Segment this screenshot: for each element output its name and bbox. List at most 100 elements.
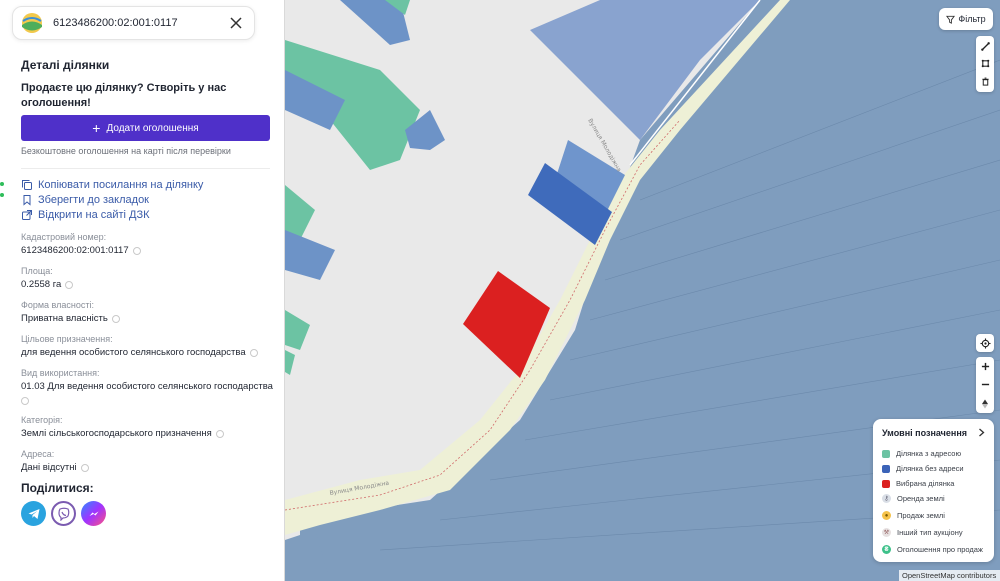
parcel-details-panel: 6123486200:02:001:0117 Деталі ділянки Пр… xyxy=(0,0,285,581)
map-legend: Умовні позначення Ділянка з адресою Діля… xyxy=(873,419,994,562)
address-value-text: Дані відсутні xyxy=(21,462,77,473)
draw-polygon-button[interactable] xyxy=(978,57,992,71)
legend-label: Ділянка без адреси xyxy=(896,464,964,473)
app-logo-icon xyxy=(22,13,42,33)
copy-link-button[interactable]: Копіювати посилання на ділянку xyxy=(21,179,203,191)
category-value: Землі сільськогосподарського призначення xyxy=(21,428,224,439)
legend-item-rent: ⚷ Оренда землі xyxy=(882,494,945,503)
info-icon[interactable] xyxy=(21,397,29,405)
legend-label: Ділянка з адресою xyxy=(896,449,962,458)
bookmark-icon xyxy=(23,195,31,206)
info-icon[interactable] xyxy=(249,348,258,357)
messenger-icon xyxy=(89,511,98,516)
legend-swatch xyxy=(882,449,890,458)
info-icon[interactable] xyxy=(215,429,224,438)
chevron-right-icon xyxy=(979,428,985,437)
plus-icon: + xyxy=(92,120,101,136)
coin-icon: ● xyxy=(882,511,891,520)
usage-value-text: 01.03 Для ведення особистого селянського… xyxy=(21,381,273,392)
add-listing-button[interactable]: + Додати оголошення xyxy=(21,115,270,141)
legend-swatch xyxy=(882,479,890,488)
viber-button[interactable] xyxy=(51,501,76,526)
draw-tools xyxy=(976,36,994,92)
legend-item-with-address: Ділянка з адресою xyxy=(882,449,961,458)
geolocate-button[interactable] xyxy=(976,334,994,352)
legend-item-selected: Вибрана ділянка xyxy=(882,479,954,488)
compass-button[interactable] xyxy=(978,396,992,412)
line-tool-icon xyxy=(980,42,990,51)
add-listing-label: Додати оголошення xyxy=(106,122,199,134)
zoom-in-button[interactable] xyxy=(978,358,992,374)
legend-item-without-address: Ділянка без адреси xyxy=(882,464,964,473)
close-icon xyxy=(230,17,242,29)
bookmark-button[interactable]: Зберегти до закладок xyxy=(21,194,149,206)
share-title: Поділитися: xyxy=(21,481,94,495)
copy-icon xyxy=(22,180,32,190)
legend-label: Оголошення про продаж xyxy=(897,545,983,554)
legend-item-sale: ● Продаж землі xyxy=(882,511,945,520)
promo-text: Продаєте цю ділянку? Створіть у нас огол… xyxy=(21,82,227,109)
legend-item-other-auction: ⚒ Інший тип аукціону xyxy=(882,528,963,537)
copy-link-label: Копіювати посилання на ділянку xyxy=(38,179,204,191)
search-bar[interactable]: 6123486200:02:001:0117 xyxy=(12,6,255,40)
bookmark-label: Зберегти до закладок xyxy=(38,194,149,206)
cadastral-value: 6123486200:02:001:0117 xyxy=(21,245,141,256)
legend-header[interactable]: Умовні позначення xyxy=(882,428,985,438)
close-button[interactable] xyxy=(226,13,246,33)
cadastral-value-text: 6123486200:02:001:0117 xyxy=(21,245,129,256)
zoom-controls xyxy=(976,357,994,413)
info-icon[interactable] xyxy=(80,463,89,472)
filter-button[interactable]: Фільтр xyxy=(939,8,993,30)
filter-icon xyxy=(946,15,956,24)
panel-title: Деталі ділянки xyxy=(21,58,110,72)
status-dot xyxy=(0,193,4,197)
viber-icon xyxy=(57,507,69,521)
plus-icon xyxy=(981,362,989,370)
telegram-button[interactable] xyxy=(21,501,46,526)
hryvnia-icon: ₴ xyxy=(882,545,891,554)
compass-icon xyxy=(982,399,988,409)
messenger-button[interactable] xyxy=(81,501,106,526)
purpose-label: Цільове призначення: xyxy=(21,334,113,344)
telegram-icon xyxy=(28,508,39,519)
zoom-out-button[interactable] xyxy=(978,377,992,393)
area-label: Площа: xyxy=(21,266,53,276)
ownership-value-text: Приватна власність xyxy=(21,313,108,324)
share-buttons xyxy=(21,501,106,526)
info-icon[interactable] xyxy=(111,314,120,323)
trash-icon xyxy=(981,77,989,86)
open-dzk-label: Відкрити на сайті ДЗК xyxy=(38,209,150,221)
address-value: Дані відсутні xyxy=(21,462,89,473)
free-listing-note: Безкоштовне оголошення на карті після пе… xyxy=(21,146,231,156)
legend-swatch xyxy=(882,464,890,473)
polygon-tool-icon xyxy=(981,60,989,68)
search-input[interactable]: 6123486200:02:001:0117 xyxy=(53,17,226,29)
cadastral-label: Кадастровий номер: xyxy=(21,232,107,242)
ownership-label: Форма власності: xyxy=(21,300,94,310)
crosshair-icon xyxy=(979,337,991,349)
minus-icon xyxy=(981,384,989,386)
legend-label: Оренда землі xyxy=(897,494,945,503)
map-attribution[interactable]: OpenStreetMap contributors xyxy=(899,570,1000,581)
purpose-value-text: для ведення особистого селянського госпо… xyxy=(21,347,246,358)
external-link-icon xyxy=(22,210,32,220)
key-icon: ⚷ xyxy=(882,494,891,503)
info-icon[interactable] xyxy=(65,280,74,289)
status-dot xyxy=(0,182,4,186)
area-value: 0.2558 га xyxy=(21,279,74,290)
category-value-text: Землі сільськогосподарського призначення xyxy=(21,428,212,439)
legend-label: Продаж землі xyxy=(897,511,945,520)
category-label: Категорія: xyxy=(21,415,63,425)
ownership-value: Приватна власність xyxy=(21,313,120,324)
usage-label: Вид використання: xyxy=(21,368,100,378)
divider xyxy=(21,168,270,169)
legend-title: Умовні позначення xyxy=(882,428,968,438)
info-icon[interactable] xyxy=(132,246,141,255)
legend-label: Інший тип аукціону xyxy=(897,528,963,537)
draw-line-button[interactable] xyxy=(978,40,992,54)
open-dzk-link[interactable]: Відкрити на сайті ДЗК xyxy=(21,209,150,221)
address-label: Адреса: xyxy=(21,449,55,459)
delete-drawing-button[interactable] xyxy=(978,74,992,88)
usage-value: 01.03 Для ведення особистого селянського… xyxy=(21,380,276,405)
purpose-value: для ведення особистого селянського госпо… xyxy=(21,347,258,358)
